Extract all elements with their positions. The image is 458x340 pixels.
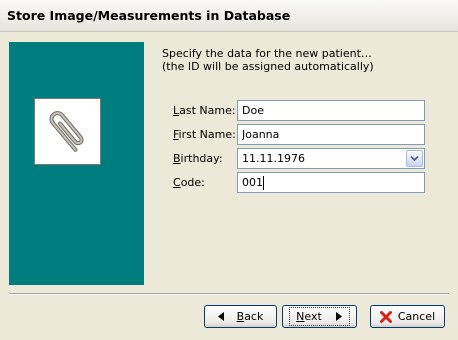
cancel-button[interactable]: Cancel [370, 305, 445, 328]
birthday-dropdown[interactable]: 11.11.1976 [237, 148, 425, 169]
paperclip-image [34, 98, 101, 165]
first-name-label: First Name: [173, 128, 236, 141]
code-input[interactable] [237, 172, 425, 193]
intro-text-line2: (the ID will be assigned automatically) [162, 60, 374, 73]
window-title: Store Image/Measurements in Database [7, 8, 291, 23]
birthday-value: 11.11.1976 [242, 152, 305, 165]
chevron-down-icon [410, 155, 419, 162]
back-button-label: Back [236, 310, 264, 323]
back-button[interactable]: Back [204, 305, 277, 328]
cancel-button-label: Cancel [397, 310, 436, 323]
code-label: Code: [173, 176, 205, 189]
paperclip-icon [49, 111, 84, 152]
first-name-input[interactable] [237, 124, 425, 145]
separator [9, 293, 449, 295]
intro-text-line1: Specify the data for the new patient… [162, 47, 372, 60]
left-triangle-icon [217, 312, 225, 321]
last-name-input[interactable] [237, 100, 425, 121]
title-bar: Store Image/Measurements in Database [0, 0, 458, 32]
right-triangle-icon [335, 312, 343, 321]
red-x-icon [379, 310, 392, 323]
text-cursor [263, 176, 264, 190]
next-button-label: Next [296, 310, 322, 323]
birthday-label: Birthday: [173, 152, 223, 165]
dropdown-button[interactable] [406, 150, 423, 167]
last-name-label: Last Name: [173, 104, 236, 117]
next-button[interactable]: Next [282, 305, 357, 328]
